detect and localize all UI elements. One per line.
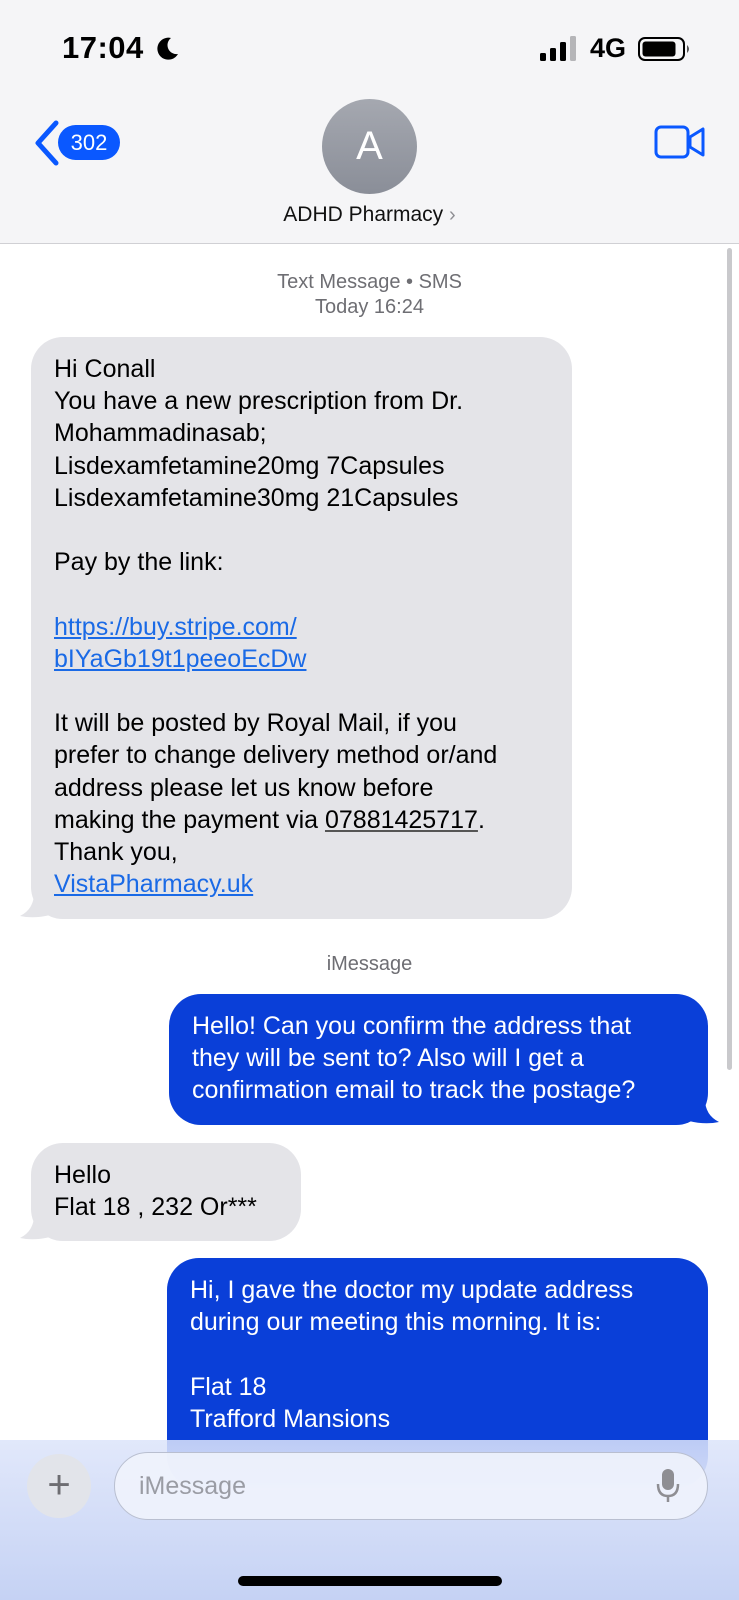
message-bubble-incoming[interactable]: Hello Flat 18 , 232 Or*** bbox=[31, 1143, 301, 1241]
battery-icon bbox=[638, 37, 689, 61]
bubble-tail bbox=[20, 1215, 50, 1240]
message-input-placeholder: iMessage bbox=[139, 1472, 246, 1500]
avatar[interactable]: A bbox=[322, 99, 417, 194]
bubble-tail bbox=[689, 1099, 719, 1124]
website-link[interactable]: VistaPharmacy.uk bbox=[54, 868, 550, 900]
bubble-tail bbox=[20, 893, 50, 918]
sms-label: Text Message • SMS Today 16:24 bbox=[0, 270, 739, 320]
chevron-right-icon: › bbox=[449, 204, 456, 226]
payment-link-continued[interactable]: bIYaGb19t1peeoEcDw bbox=[54, 643, 550, 675]
contact-name-button[interactable]: ADHD Pharmacy › bbox=[0, 203, 739, 227]
network-type: 4G bbox=[590, 33, 627, 63]
scrollbar[interactable] bbox=[727, 248, 732, 1070]
status-time: 17:04 bbox=[62, 30, 144, 65]
payment-link[interactable]: https://buy.stripe.com/ bbox=[54, 611, 550, 643]
message-bubble-incoming[interactable]: Hi Conall You have a new prescription fr… bbox=[31, 337, 572, 919]
contact-name: ADHD Pharmacy bbox=[283, 203, 444, 226]
phone-number-link[interactable]: 07881425717 bbox=[325, 806, 478, 834]
message-bubble-outgoing[interactable]: Hello! Can you confirm the address that … bbox=[169, 994, 708, 1125]
message-input[interactable]: iMessage bbox=[114, 1452, 708, 1520]
imessage-label: iMessage bbox=[326, 953, 413, 975]
back-unread-count[interactable]: 302 bbox=[58, 125, 120, 160]
signal-icon bbox=[540, 36, 576, 61]
video-call-icon[interactable] bbox=[654, 124, 706, 160]
sms-timestamp: Today 16:24 bbox=[315, 296, 424, 318]
plus-button[interactable]: + bbox=[27, 1454, 91, 1518]
home-indicator[interactable] bbox=[238, 1576, 502, 1586]
microphone-icon[interactable] bbox=[656, 1468, 680, 1504]
moon-icon bbox=[157, 37, 178, 60]
plus-icon: + bbox=[47, 1463, 71, 1507]
